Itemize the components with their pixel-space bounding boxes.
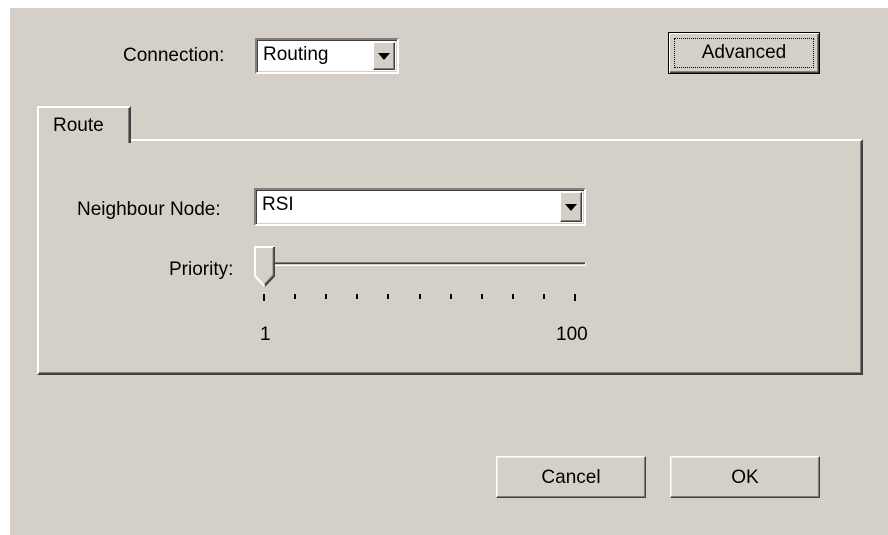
tab-route-label: Route — [53, 115, 104, 136]
neighbour-node-value: RSI — [262, 194, 294, 215]
slider-tick — [511, 294, 514, 299]
connection-label: Connection: — [123, 45, 225, 66]
neighbour-node-dropdown-button[interactable] — [560, 192, 582, 222]
chevron-down-icon — [378, 53, 390, 60]
slider-tick — [387, 294, 390, 299]
slider-tick — [542, 294, 545, 299]
slider-tick — [574, 294, 576, 301]
priority-min-label: 1 — [260, 324, 271, 345]
connection-combo[interactable]: Routing — [255, 38, 399, 74]
slider-tick — [263, 294, 265, 301]
slider-tick — [480, 294, 483, 299]
chevron-down-icon — [565, 204, 577, 211]
neighbour-node-label: Neighbour Node: — [77, 199, 221, 220]
priority-slider-thumb[interactable] — [254, 246, 276, 288]
neighbour-node-combo[interactable]: RSI — [254, 188, 586, 226]
route-tab-panel — [37, 139, 863, 375]
priority-max-label: 100 — [556, 324, 588, 345]
priority-label: Priority: — [169, 259, 234, 280]
priority-slider-track[interactable] — [260, 262, 586, 266]
cancel-button[interactable]: Cancel — [496, 456, 646, 498]
connection-value: Routing — [263, 44, 329, 65]
slider-tick — [294, 294, 297, 299]
slider-tick — [449, 294, 452, 299]
dialog: Connection: Routing Advanced Route Neigh… — [10, 8, 888, 535]
slider-tick — [325, 294, 328, 299]
slider-tick — [356, 294, 359, 299]
advanced-button[interactable]: Advanced — [668, 32, 820, 74]
tab-route[interactable]: Route — [37, 106, 131, 143]
connection-dropdown-button[interactable] — [373, 42, 395, 70]
slider-tick — [418, 294, 421, 299]
ok-button[interactable]: OK — [670, 456, 820, 498]
